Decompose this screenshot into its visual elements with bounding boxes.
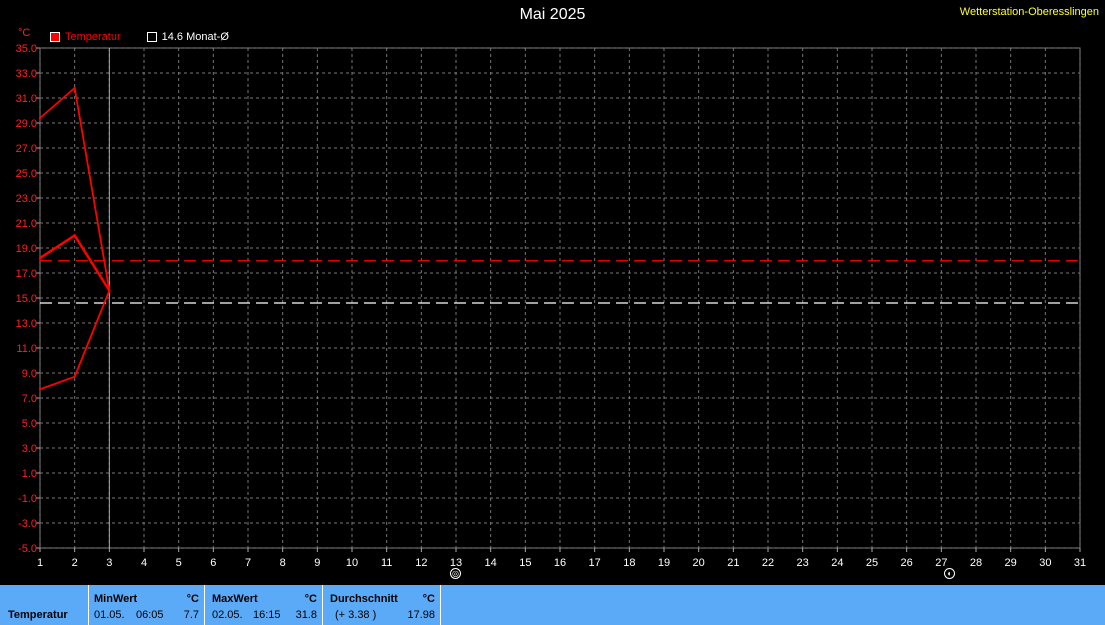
x-tick-label: 27 bbox=[935, 557, 947, 569]
data-point bbox=[73, 375, 76, 378]
y-tick-label: 9.0 bbox=[22, 368, 37, 380]
y-tick-label: 1.0 bbox=[22, 468, 37, 480]
max-label: MaxWert bbox=[212, 593, 258, 605]
y-tick-label: 3.0 bbox=[22, 443, 37, 455]
y-tick-label: 31.0 bbox=[16, 93, 37, 105]
temperature-chart: 35.033.031.029.027.025.023.021.019.017.0… bbox=[16, 27, 1087, 569]
full-moon-icon: ◎ bbox=[450, 568, 461, 579]
x-tick-label: 20 bbox=[693, 557, 705, 569]
x-tick-label: 15 bbox=[519, 557, 531, 569]
x-tick-label: 21 bbox=[727, 557, 739, 569]
x-tick-label: 23 bbox=[797, 557, 809, 569]
max-unit: °C bbox=[304, 593, 317, 605]
average-diff: (+ 3.38 ) bbox=[335, 609, 377, 621]
min-time: 06:05 bbox=[136, 609, 164, 621]
x-tick-label: 30 bbox=[1039, 557, 1051, 569]
x-tick-label: 31 bbox=[1074, 557, 1086, 569]
y-tick-label: 7.0 bbox=[22, 393, 37, 405]
footer-row-label: Temperatur bbox=[8, 609, 68, 621]
x-tick-label: 2 bbox=[72, 557, 78, 569]
footer-row-label-cell: Temperatur bbox=[0, 585, 89, 625]
y-tick-label: 19.0 bbox=[16, 243, 37, 255]
y-tick-label: 15.0 bbox=[16, 293, 37, 305]
max-date: 02.05. bbox=[212, 609, 243, 621]
x-tick-label: 24 bbox=[831, 557, 843, 569]
y-tick-label: 11.0 bbox=[16, 343, 37, 355]
min-value: 7.7 bbox=[183, 609, 199, 621]
y-tick-label: 17.0 bbox=[16, 268, 37, 280]
y-tick-label: -5.0 bbox=[18, 543, 37, 555]
x-tick-label: 5 bbox=[176, 557, 182, 569]
data-point bbox=[38, 116, 42, 120]
y-tick-label: 27.0 bbox=[16, 143, 37, 155]
stats-footer: Temperatur MinWert °C 01.05. 06:05 7.7 M… bbox=[0, 585, 1105, 625]
x-tick-label: 28 bbox=[970, 557, 982, 569]
min-cell: MinWert °C 01.05. 06:05 7.7 bbox=[89, 585, 205, 625]
max-cell: MaxWert °C 02.05. 16:15 31.8 bbox=[205, 585, 323, 625]
x-tick-label: 12 bbox=[415, 557, 427, 569]
x-tick-label: 26 bbox=[901, 557, 913, 569]
series-line-min bbox=[39, 290, 111, 391]
x-tick-label: 1 bbox=[37, 557, 43, 569]
max-time: 16:15 bbox=[253, 609, 281, 621]
max-value: 31.8 bbox=[295, 609, 317, 621]
y-tick-label: 35.0 bbox=[16, 43, 37, 55]
y-tick-label: 25.0 bbox=[16, 168, 37, 180]
min-date: 01.05. bbox=[94, 609, 125, 621]
x-tick-label: 18 bbox=[623, 557, 635, 569]
x-tick-label: 10 bbox=[346, 557, 358, 569]
average-value: 17.98 bbox=[407, 609, 435, 621]
x-tick-label: 11 bbox=[381, 557, 392, 569]
y-tick-label: -1.0 bbox=[18, 493, 37, 505]
data-point bbox=[108, 289, 111, 292]
data-point bbox=[73, 86, 76, 90]
y-tick-label: 13.0 bbox=[16, 318, 37, 330]
y-tick-label: 33.0 bbox=[16, 68, 37, 80]
x-tick-label: 17 bbox=[589, 557, 601, 569]
x-tick-label: 4 bbox=[141, 557, 147, 569]
x-tick-label: 3 bbox=[106, 557, 112, 569]
x-tick-label: 7 bbox=[245, 557, 251, 569]
data-point bbox=[38, 388, 42, 391]
x-tick-label: 29 bbox=[1005, 557, 1017, 569]
data-point bbox=[73, 234, 76, 237]
y-tick-label: 29.0 bbox=[16, 118, 37, 130]
y-tick-label: 21.0 bbox=[16, 218, 37, 230]
x-tick-label: 25 bbox=[866, 557, 878, 569]
average-cell: Durchschnitt °C (+ 3.38 ) 17.98 bbox=[323, 585, 441, 625]
x-tick-label: 22 bbox=[762, 557, 774, 569]
x-tick-label: 19 bbox=[658, 557, 670, 569]
average-label: Durchschnitt bbox=[330, 593, 398, 605]
data-point bbox=[38, 256, 42, 260]
y-tick-label: 23.0 bbox=[16, 193, 37, 205]
y-axis-unit: °C bbox=[18, 27, 30, 39]
x-tick-label: 6 bbox=[210, 557, 216, 569]
min-label: MinWert bbox=[94, 593, 138, 605]
x-tick-label: 8 bbox=[280, 557, 286, 569]
x-tick-label: 14 bbox=[485, 557, 497, 569]
min-unit: °C bbox=[186, 593, 199, 605]
x-tick-label: 9 bbox=[314, 557, 320, 569]
y-tick-label: 5.0 bbox=[22, 418, 37, 430]
y-tick-label: -3.0 bbox=[18, 518, 37, 530]
x-tick-label: 16 bbox=[554, 557, 566, 569]
average-unit: °C bbox=[422, 593, 435, 605]
